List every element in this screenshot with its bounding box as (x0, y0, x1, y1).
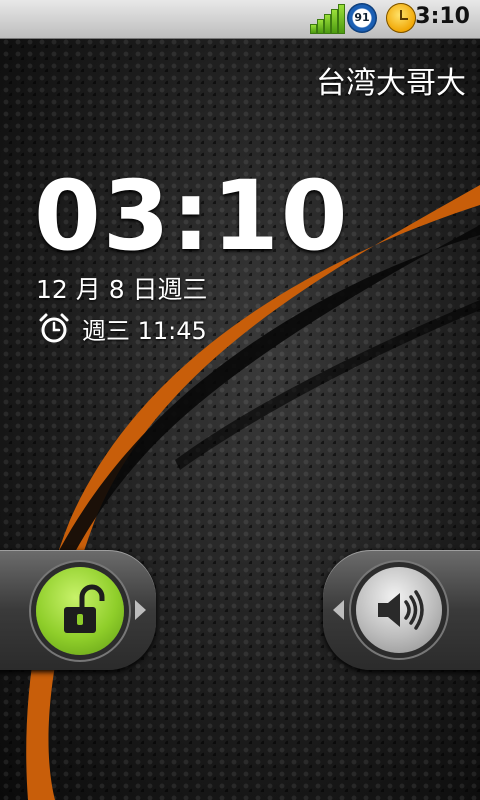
chevron-left-icon (333, 600, 344, 620)
alarm-clock-icon (39, 313, 69, 343)
wallpaper-swoosh (26, 185, 480, 800)
lock-clock: 03:10 (34, 160, 350, 272)
status-time: 3:10 (415, 4, 470, 29)
unlock-icon (64, 584, 105, 633)
lock-date: 12 月 8 日週三 (36, 275, 208, 304)
alarm-status-icon (386, 3, 416, 33)
next-alarm: 週三 11:45 (38, 311, 207, 345)
sound-on-icon (378, 590, 424, 630)
status-bar: 91 3:10 (0, 0, 480, 39)
chevron-right-icon (135, 600, 146, 620)
unlock-button[interactable] (36, 567, 124, 655)
battery-icon: 91 (347, 3, 377, 33)
signal-strength-icon (310, 4, 345, 34)
sound-toggle-button[interactable] (356, 567, 442, 653)
carrier-name: 台湾大哥大 (316, 66, 466, 101)
next-alarm-text: 週三 11:45 (82, 316, 207, 345)
